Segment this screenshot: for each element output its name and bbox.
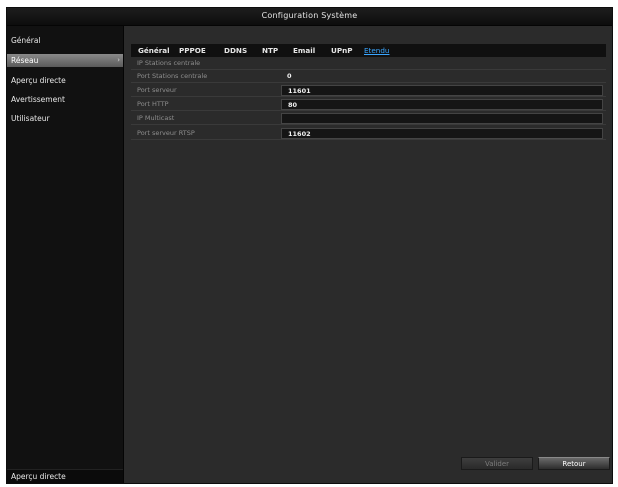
main-panel: Général PPPOE DDNS NTP Email UPnP Etendu… — [124, 26, 612, 483]
tab-pppoe[interactable]: PPPOE — [179, 44, 206, 57]
sidebar-item-live-view[interactable]: Aperçu directe — [7, 74, 123, 87]
field-label: IP Multicast — [137, 114, 175, 122]
sidebar-item-general[interactable]: Général — [7, 34, 123, 47]
http-port-input[interactable]: 80 — [281, 99, 603, 110]
field-label: Port Stations centrale — [137, 72, 208, 80]
sidebar-item-network[interactable]: Réseau › — [7, 54, 123, 67]
tab-email[interactable]: Email — [293, 44, 315, 57]
live-view-button[interactable]: Aperçu directe — [7, 469, 123, 483]
server-port-input[interactable]: 11601 — [281, 85, 603, 96]
sidebar-item-user[interactable]: Utilisateur — [7, 112, 123, 125]
central-port-value: 0 — [287, 72, 292, 80]
tab-ddns[interactable]: DDNS — [224, 44, 247, 57]
field-row-multicast-ip: IP Multicast — [131, 113, 606, 125]
field-label: Port serveur — [137, 86, 177, 94]
tab-bar: Général PPPOE DDNS NTP Email UPnP Etendu — [131, 44, 606, 57]
config-window: Configuration Système Général Réseau › A… — [6, 7, 613, 484]
sidebar-item-label: Réseau — [11, 56, 39, 65]
settings-panel: IP Stations centrale Port Stations centr… — [131, 58, 606, 165]
title-bar: Configuration Système — [7, 8, 612, 26]
multicast-ip-input[interactable] — [281, 113, 603, 124]
field-label: Port HTTP — [137, 100, 169, 108]
tab-upnp[interactable]: UPnP — [331, 44, 353, 57]
field-row-http-port: Port HTTP 80 — [131, 99, 606, 111]
field-row-central-port: Port Stations centrale 0 — [131, 71, 606, 83]
tab-ntp[interactable]: NTP — [262, 44, 278, 57]
chevron-right-icon: › — [117, 56, 120, 64]
field-row-server-port: Port serveur 11601 — [131, 85, 606, 97]
field-label: IP Stations centrale — [137, 59, 201, 67]
tab-general[interactable]: Général — [138, 44, 170, 57]
rtsp-port-input[interactable]: 11602 — [281, 128, 603, 139]
field-row-rtsp-port: Port serveur RTSP 11602 — [131, 128, 606, 140]
apply-button[interactable]: Valider — [461, 457, 533, 470]
field-label: Port serveur RTSP — [137, 129, 195, 137]
sidebar: Général Réseau › Aperçu directe Avertiss… — [7, 26, 124, 483]
central-ip-value — [281, 58, 603, 69]
field-row-central-ip: IP Stations centrale — [131, 58, 606, 70]
sidebar-item-alert[interactable]: Avertissement — [7, 93, 123, 106]
window-title: Configuration Système — [261, 11, 358, 20]
tab-advanced[interactable]: Etendu — [364, 44, 389, 57]
back-button[interactable]: Retour — [538, 457, 610, 470]
